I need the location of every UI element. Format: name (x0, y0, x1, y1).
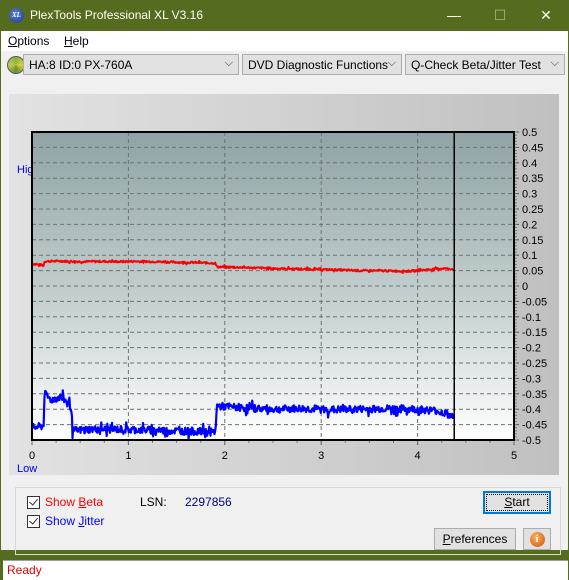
y-tick-label: 0.25 (522, 204, 543, 216)
menu-options-mnemonic: O (8, 34, 18, 48)
show-beta-rest: eta (86, 495, 104, 509)
lsn-value: 2297856 (185, 495, 232, 509)
menu-options[interactable]: Options (8, 34, 49, 48)
show-jitter-text: Show (45, 514, 79, 528)
show-beta-text: Show (45, 495, 79, 509)
y-tick-label: -0.05 (522, 296, 547, 308)
show-beta-checkbox[interactable] (27, 496, 40, 509)
test-select[interactable]: Q-Check Beta/Jitter Test ⌵ (405, 54, 565, 75)
chevron-down-icon: ⌵ (550, 57, 559, 69)
y-tick-label: 0.15 (522, 235, 543, 247)
y-tick-label: 0.4 (522, 158, 537, 170)
preferences-label: references (450, 532, 508, 546)
y-tick-label: -0.3 (522, 373, 541, 385)
x-tick-label: 4 (415, 450, 421, 462)
y-tick-label: -0.1 (522, 312, 541, 324)
x-tick-label: 5 (511, 450, 517, 462)
y-tick-label: 0.3 (522, 189, 537, 201)
maximize-button[interactable]: ☐ (477, 0, 523, 31)
beta-jitter-chart: 0.5 0.45 0.4 0.35 0.3 0.25 0.2 0.15 0.1 0.05 0 -0.0… (29, 127, 547, 462)
chevron-down-icon: ⌵ (224, 57, 233, 69)
y-tick-label: -0.2 (522, 343, 541, 355)
info-icon: i (529, 532, 545, 547)
app-window: XL PlexTools Professional XL V3.16 — ☐ ✕… (0, 0, 569, 580)
show-jitter-checkbox[interactable] (27, 515, 40, 528)
x-tick-label: 2 (222, 450, 228, 462)
y-tick-label: -0.4 (522, 404, 541, 416)
window-title: PlexTools Professional XL V3.16 (30, 8, 203, 22)
y-tick-label: 0.5 (522, 127, 537, 139)
y-tick-label: 0 (522, 281, 528, 293)
y-tick-label: -0.45 (522, 420, 547, 432)
y-tick-label: -0.25 (522, 358, 547, 370)
chevron-down-icon: ⌵ (387, 57, 396, 69)
lsn-label: LSN: (140, 495, 167, 509)
preferences-mnemonic: P (442, 532, 451, 546)
app-logo-icon: XL (9, 8, 24, 23)
preferences-button[interactable]: Preferences (434, 528, 516, 550)
y-tick-label: -0.5 (522, 435, 541, 447)
options-group: Show Beta Show Jitter LSN: 2297856 Start… (15, 487, 561, 555)
y-tick-label: 0.05 (522, 266, 543, 278)
drive-select[interactable]: HA:8 ID:0 PX-760A ⌵ (23, 54, 239, 75)
drive-select-value: HA:8 ID:0 PX-760A (29, 58, 133, 72)
start-mnemonic: S (504, 495, 513, 509)
show-jitter-label[interactable]: Show Jitter (45, 514, 104, 528)
toolbar: HA:8 ID:0 PX-760A ⌵ DVD Diagnostic Funct… (1, 51, 568, 79)
y-tick-label: 0.35 (522, 173, 543, 185)
menu-help-label: elp (72, 34, 89, 48)
status-text: Ready (7, 563, 42, 577)
x-tick-label: 3 (318, 450, 324, 462)
y-tick-label: -0.35 (522, 389, 547, 401)
function-select-value: DVD Diagnostic Functions (248, 58, 389, 72)
chart-panel: High Low 0.5 0.45 0.4 0.35 0.3 0.25 0.2 0.15 0.1… (9, 94, 559, 475)
client-area: Options Help HA:8 ID:0 PX-760A ⌵ DVD Dia… (1, 31, 568, 580)
menu-help[interactable]: Help (64, 34, 89, 48)
y-tick-label: 0.45 (522, 142, 543, 154)
function-select[interactable]: DVD Diagnostic Functions ⌵ (242, 54, 402, 75)
show-jitter-rest: itter (84, 514, 105, 528)
menu-bar: Options Help (1, 31, 568, 51)
start-button[interactable]: Start (483, 491, 551, 514)
x-tick-label: 1 (125, 450, 131, 462)
minimize-button[interactable]: — (431, 0, 477, 31)
menu-help-mnemonic: H (64, 34, 73, 48)
y-tick-label: 0.1 (522, 250, 537, 262)
y-tick-label: 0.2 (522, 219, 537, 231)
title-bar: XL PlexTools Professional XL V3.16 — ☐ ✕ (0, 0, 569, 31)
start-label: tart (512, 495, 530, 509)
info-button[interactable]: i (523, 528, 551, 550)
x-tick-label: 0 (29, 450, 35, 462)
menu-options-label: ptions (17, 34, 50, 48)
test-select-value: Q-Check Beta/Jitter Test (411, 58, 541, 72)
status-bar: Ready (3, 560, 568, 580)
y-tick-label: -0.15 (522, 327, 547, 339)
close-button[interactable]: ✕ (523, 0, 569, 31)
show-beta-label[interactable]: Show Beta (45, 495, 103, 509)
